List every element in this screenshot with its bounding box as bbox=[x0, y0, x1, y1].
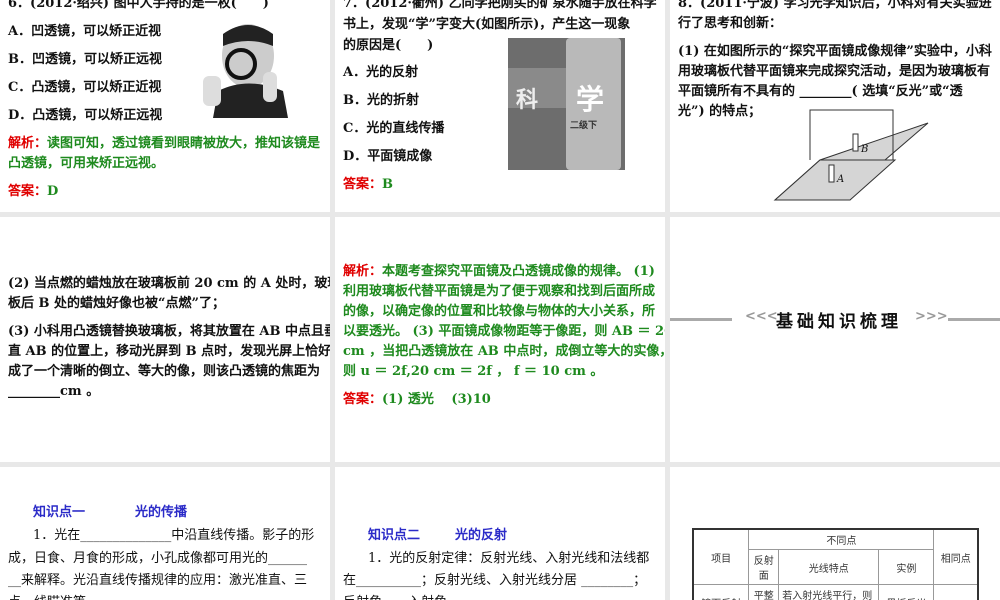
question-line: 书上，发现“学”字变大(如图所示)，产生这一现象 bbox=[343, 17, 631, 32]
slide-q8-answer: 解析：本题考查探究平面镜及凸透镜成像的规律。 (1) 利用玻璃板代替平面镜是为了… bbox=[335, 217, 665, 462]
cell: 平整光滑 bbox=[748, 584, 780, 600]
section-title: 基础知识梳理 bbox=[776, 312, 902, 332]
divider bbox=[670, 318, 732, 321]
text-line: (2) 当点燃的蜡烛放在玻璃板前 20 cm 的 A 处时，玻璃 bbox=[8, 276, 330, 291]
answer-label: 答案： bbox=[343, 392, 383, 407]
analysis-text: 利用玻璃板代替平面镜是为了便于观察和找到后面所成 bbox=[343, 284, 656, 299]
mirror-experiment-diagram: B A bbox=[770, 108, 930, 203]
slide-q6: 6．(2012·绍兴) 图中人手持的是一枚( ) A．凹透镜，可以矫正近视 B．… bbox=[0, 0, 330, 212]
analysis-text: 读图可知，透过镜看到眼睛被放大，推知该镜是 bbox=[47, 136, 321, 151]
text-line: 1．光的反射定律：反射光线、入射光线和法线都 bbox=[368, 551, 650, 566]
answer-value: (1) 透光 (3)10 bbox=[382, 392, 491, 407]
text-line: 成，日食、月食的形成，小孔成像都可用光的______ bbox=[8, 551, 308, 566]
part1-line: (1) 在如图所示的“探究平面镜成像规律”实验中，小科 bbox=[678, 44, 992, 59]
text-line: 点一线瞄准等。 bbox=[8, 591, 322, 600]
question-line: 行了思考和创新： bbox=[678, 16, 783, 31]
reflection-comparison-table: 项目不同点相同点 反射面光线特点实例 镜面反射平整光滑若入射光线平行，则反射光线… bbox=[692, 528, 979, 600]
text-line: __来解释。光沿直线传播规律的应用：激光准直、三 bbox=[8, 573, 308, 588]
text-line: 1．光在______________中沿直线传播。影子的形 bbox=[33, 528, 315, 543]
cell: 若入射光线平行，则反射光线平行 bbox=[778, 584, 880, 600]
cell bbox=[933, 584, 979, 600]
slide-q7: 7．(2012·衢州) 乙同学把刚买的矿泉水随手放在科学 书上，发现“学”字变大… bbox=[335, 0, 665, 212]
analysis-text: 本题考查探究平面镜及凸透镜成像的规律。 (1) bbox=[382, 264, 655, 279]
magnifier-photo bbox=[193, 16, 296, 118]
subheader: 光线特点 bbox=[778, 549, 880, 585]
analysis-text: 的像，以确定像的位置和比较像与物体的大小关系，所 bbox=[343, 304, 656, 319]
question-text: 6．(2012·绍兴) 图中人手持的是一枚( ) bbox=[8, 0, 269, 11]
chevron-left-icon: <<< bbox=[745, 309, 778, 324]
text-line: (3) 小科用凸透镜替换玻璃板，将其放置在 AB 中点且垂 bbox=[8, 324, 330, 339]
text-line: 成了一个清晰的倒立、等大的像，则该凸透镜的焦距为 bbox=[8, 364, 321, 379]
bottle-on-book-photo: 科 学 二级下 bbox=[508, 38, 625, 170]
answer-label: 答案： bbox=[8, 184, 48, 199]
analysis-text: 以要透光。 (3) 平面镜成像物距等于像距，则 AB ＝ 20 bbox=[343, 324, 665, 339]
analysis-text: cm ，当把凸透镜放在 AB 中点时，成倒立等大的实像， bbox=[343, 344, 665, 359]
slide-q8-cont: (2) 当点燃的蜡烛放在玻璃板前 20 cm 的 A 处时，玻璃 板后 B 处的… bbox=[0, 217, 330, 462]
answer-label: 答案： bbox=[343, 177, 383, 192]
knowledge-heading: 知识点一 bbox=[33, 505, 86, 520]
text-line: 反射角____入射角。 bbox=[343, 591, 657, 600]
part1-line: 平面镜所有不具有的 ________( 选填“反光”或“透 bbox=[678, 84, 963, 99]
label-b: B bbox=[861, 144, 869, 155]
analysis-label: 解析： bbox=[343, 264, 383, 279]
knowledge-topic: 光的反射 bbox=[455, 528, 508, 543]
question-line: 7．(2012·衢州) 乙同学把刚买的矿泉水随手放在科学 bbox=[343, 0, 657, 11]
slide-q8: 8．(2011·宁波) 学习光学知识后，小科对有关实验进 行了思考和创新： (1… bbox=[670, 0, 1000, 212]
analysis-label: 解析： bbox=[8, 136, 48, 151]
header-item: 项目 bbox=[692, 528, 750, 585]
analysis-text-2: 凸透镜，可用来矫正远视。 bbox=[8, 156, 165, 171]
text-line: 直 AB 的位置上，移动光屏到 B 点时，发现光屏上恰好 bbox=[8, 344, 330, 359]
text-line: 在__________；反射光线、入射光线分居 ________； bbox=[343, 573, 647, 588]
text-line: ________cm 。 bbox=[8, 384, 100, 399]
knowledge-heading: 知识点二 bbox=[368, 528, 421, 543]
label-a: A bbox=[837, 174, 845, 185]
question-line: 8．(2011·宁波) 学习光学知识后，小科对有关实验进 bbox=[678, 0, 992, 11]
chevron-right-icon: >>> bbox=[915, 309, 948, 324]
photo-char: 科 bbox=[516, 87, 539, 113]
slide-reflection-table: 项目不同点相同点 反射面光线特点实例 镜面反射平整光滑若入射光线平行，则反射光线… bbox=[670, 467, 1000, 600]
subheader: 实例 bbox=[878, 549, 935, 585]
cell: 黑板反光 bbox=[878, 584, 935, 600]
photo-char: 二级下 bbox=[570, 121, 598, 131]
part1-line: 用玻璃板代替平面镜来完成探究活动，是因为玻璃板有 bbox=[678, 64, 991, 79]
subheader: 反射面 bbox=[748, 549, 780, 585]
slide-knowledge-2: 知识点二 光的反射 1．光的反射定律：反射光线、入射光线和法线都 在_______… bbox=[335, 467, 665, 600]
text-line: 板后 B 处的蜡烛好像也被“点燃”了； bbox=[8, 296, 225, 311]
analysis-text: 则 u ＝ 2f,20 cm ＝ 2f ， f ＝ 10 cm 。 bbox=[343, 364, 604, 379]
answer-value: D bbox=[47, 184, 59, 199]
answer-value: B bbox=[382, 177, 394, 192]
section-title-slide: <<< 基础知识梳理 >>> bbox=[670, 217, 1000, 462]
header-same: 相同点 bbox=[933, 528, 979, 585]
knowledge-topic: 光的传播 bbox=[135, 505, 188, 520]
photo-char: 学 bbox=[576, 83, 605, 116]
cell: 镜面反射 bbox=[692, 584, 750, 600]
slide-knowledge-1: 知识点一 光的传播 1．光在______________中沿直线传播。影子的形 成… bbox=[0, 467, 330, 600]
divider bbox=[948, 318, 1000, 321]
header-diff: 不同点 bbox=[748, 528, 935, 550]
